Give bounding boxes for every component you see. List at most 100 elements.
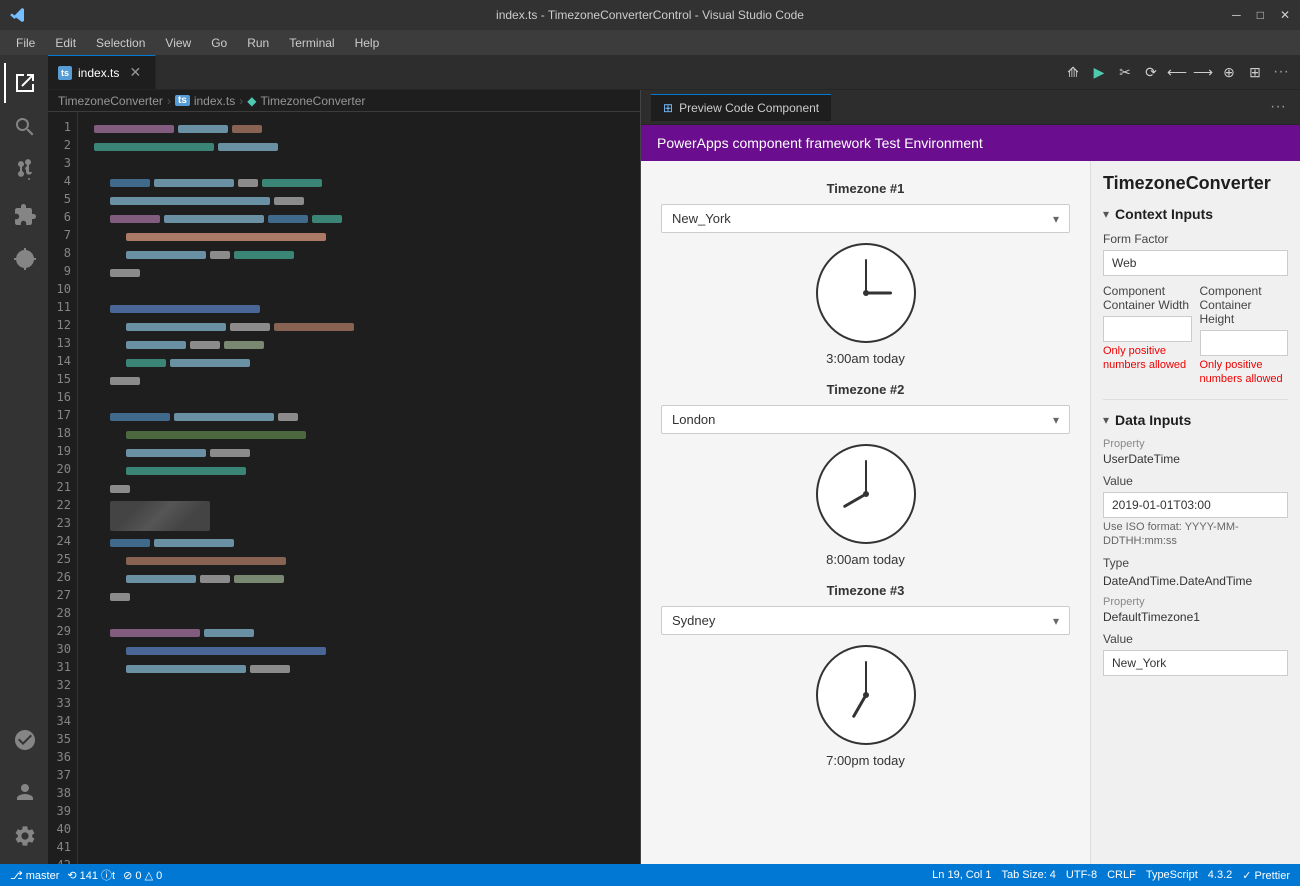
toolbar-btn-5[interactable]: ⟵ bbox=[1166, 61, 1188, 83]
context-inputs-header[interactable]: ▾ Context Inputs bbox=[1103, 206, 1288, 222]
property2-value: DefaultTimezone1 bbox=[1103, 610, 1288, 624]
toolbar-btn-8[interactable]: ⊞ bbox=[1244, 61, 1266, 83]
toolbar-btn-7[interactable]: ⊕ bbox=[1218, 61, 1240, 83]
tz3-minute-hand bbox=[865, 661, 867, 695]
menu-view[interactable]: View bbox=[157, 34, 199, 52]
breadcrumb-sep-1: › bbox=[167, 94, 171, 108]
toolbar-btn-3[interactable]: ✂ bbox=[1114, 61, 1136, 83]
main-layout: ts index.ts ✕ ⟰ ▶ ✂ ⟳ ⟵ ⟶ ⊕ ⊞ ··· bbox=[0, 55, 1300, 864]
menu-selection[interactable]: Selection bbox=[88, 34, 153, 52]
breadcrumb-part-2[interactable]: index.ts bbox=[194, 94, 235, 108]
close-button[interactable]: ✕ bbox=[1280, 8, 1290, 22]
activity-debug[interactable] bbox=[4, 239, 44, 279]
value2-label: Value bbox=[1103, 632, 1288, 646]
menu-run[interactable]: Run bbox=[239, 34, 277, 52]
activity-explorer[interactable] bbox=[4, 63, 44, 103]
tz1-hour-hand bbox=[866, 292, 892, 295]
menu-go[interactable]: Go bbox=[203, 34, 235, 52]
data-inputs-chevron: ▾ bbox=[1103, 413, 1109, 427]
value2-input[interactable] bbox=[1103, 650, 1288, 676]
maximize-button[interactable]: □ bbox=[1257, 8, 1264, 22]
run-button[interactable]: ▶ bbox=[1088, 61, 1110, 83]
preview-tab[interactable]: ⊞ Preview Code Component bbox=[651, 94, 831, 121]
more-actions-button[interactable]: ··· bbox=[1270, 61, 1292, 83]
statusbar-language[interactable]: TypeScript bbox=[1146, 869, 1198, 882]
tz2-dropdown-text: London bbox=[672, 412, 1053, 427]
tz1-clock-center bbox=[863, 290, 869, 296]
preview-header: PowerApps component framework Test Envir… bbox=[641, 125, 1300, 161]
tz3-clock-center bbox=[863, 692, 869, 698]
statusbar-errors[interactable]: ⊘ 0 △ 0 bbox=[123, 869, 162, 882]
menu-terminal[interactable]: Terminal bbox=[281, 34, 342, 52]
statusbar-cursor[interactable]: Ln 19, Col 1 bbox=[932, 869, 991, 882]
container-height-error: Only positive numbers allowed bbox=[1200, 358, 1289, 387]
preview-more-button[interactable]: ··· bbox=[1266, 96, 1290, 118]
menu-file[interactable]: File bbox=[8, 34, 43, 52]
activity-account[interactable] bbox=[4, 772, 44, 812]
editor-tab-close[interactable]: ✕ bbox=[125, 63, 145, 83]
activity-bar bbox=[0, 55, 48, 864]
statusbar-prettier[interactable]: ✓ Prettier bbox=[1242, 869, 1290, 882]
preview-tab-label: Preview Code Component bbox=[679, 101, 819, 115]
branch-icon: ⎇ bbox=[10, 870, 23, 882]
breadcrumb-sep-2: › bbox=[239, 94, 243, 108]
menu-edit[interactable]: Edit bbox=[47, 34, 84, 52]
breadcrumb-symbol-icon: ◆ bbox=[247, 94, 256, 108]
activity-source-control[interactable] bbox=[4, 151, 44, 191]
code-editor[interactable]: TimezoneConverter › ts index.ts › ◆ Time… bbox=[48, 90, 640, 864]
value1-label: Value bbox=[1103, 474, 1288, 488]
type1-value: DateAndTime.DateAndTime bbox=[1103, 574, 1288, 588]
tz3-label: Timezone #3 bbox=[661, 583, 1070, 598]
breadcrumb-ts-icon: ts bbox=[175, 95, 190, 106]
breadcrumb-part-3[interactable]: TimezoneConverter bbox=[260, 94, 365, 108]
tz2-time-text: 8:00am today bbox=[661, 552, 1070, 567]
breadcrumb-part-1[interactable]: TimezoneConverter bbox=[58, 94, 163, 108]
form-factor-input[interactable] bbox=[1103, 250, 1288, 276]
toolbar-btn-4[interactable]: ⟳ bbox=[1140, 61, 1162, 83]
toolbar-btn-6[interactable]: ⟶ bbox=[1192, 61, 1214, 83]
code-content-area[interactable]: 123 456 789 101112 131415 161718 192021 … bbox=[48, 112, 640, 864]
container-width-col: Component Container Width Only positive … bbox=[1103, 276, 1192, 387]
context-inputs-chevron: ▾ bbox=[1103, 207, 1109, 221]
activity-git[interactable] bbox=[4, 720, 44, 760]
tz3-dropdown[interactable]: Sydney ▾ bbox=[661, 606, 1070, 635]
toolbar-btn-1[interactable]: ⟰ bbox=[1062, 61, 1084, 83]
tz2-dropdown[interactable]: London ▾ bbox=[661, 405, 1070, 434]
statusbar-right: Ln 19, Col 1 Tab Size: 4 UTF-8 CRLF Type… bbox=[932, 869, 1290, 882]
data-inputs-content: Property UserDateTime Value Use ISO form… bbox=[1103, 438, 1288, 677]
value1-input[interactable] bbox=[1103, 492, 1288, 518]
statusbar-branch[interactable]: ⎇ master bbox=[10, 869, 59, 882]
editor-tab-label: index.ts bbox=[78, 66, 119, 80]
activity-settings[interactable] bbox=[4, 816, 44, 856]
container-width-input[interactable] bbox=[1103, 316, 1192, 342]
titlebar-left bbox=[10, 7, 26, 23]
editor-tab[interactable]: ts index.ts ✕ bbox=[48, 55, 156, 89]
activity-search[interactable] bbox=[4, 107, 44, 147]
breadcrumb: TimezoneConverter › ts index.ts › ◆ Time… bbox=[48, 90, 640, 112]
activity-extensions[interactable] bbox=[4, 195, 44, 235]
property1-value: UserDateTime bbox=[1103, 452, 1288, 466]
data-inputs-header[interactable]: ▾ Data Inputs bbox=[1103, 412, 1288, 428]
tz1-time-text: 3:00am today bbox=[661, 351, 1070, 366]
titlebar-controls: ─ □ ✕ bbox=[1232, 8, 1290, 22]
statusbar-lineending[interactable]: CRLF bbox=[1107, 869, 1136, 882]
menu-help[interactable]: Help bbox=[347, 34, 388, 52]
tz2-label: Timezone #2 bbox=[661, 382, 1070, 397]
statusbar-encoding[interactable]: UTF-8 bbox=[1066, 869, 1097, 882]
container-size-row: Component Container Width Only positive … bbox=[1103, 276, 1288, 387]
preview-header-text: PowerApps component framework Test Envir… bbox=[657, 135, 983, 151]
statusbar-sync[interactable]: ⟲ 141 ⓘt bbox=[67, 867, 115, 883]
statusbar-tabsize[interactable]: Tab Size: 4 bbox=[1002, 869, 1056, 882]
tab-bar: ts index.ts ✕ ⟰ ▶ ✂ ⟳ ⟵ ⟶ ⊕ ⊞ ··· bbox=[48, 55, 1300, 90]
tz1-dropdown[interactable]: New_York ▾ bbox=[661, 204, 1070, 233]
timezone-1-section: Timezone #1 New_York ▾ bbox=[661, 181, 1070, 366]
container-height-input[interactable] bbox=[1200, 330, 1289, 356]
type1-label: Type bbox=[1103, 556, 1288, 570]
minimize-button[interactable]: ─ bbox=[1232, 8, 1241, 22]
tz2-minute-hand bbox=[865, 460, 867, 494]
statusbar-version[interactable]: 4.3.2 bbox=[1208, 869, 1232, 882]
preview-tab-icon: ⊞ bbox=[663, 101, 673, 115]
tz3-clock bbox=[816, 645, 916, 745]
code-lines bbox=[78, 112, 640, 864]
statusbar: ⎇ master ⟲ 141 ⓘt ⊘ 0 △ 0 Ln 19, Col 1 T… bbox=[0, 864, 1300, 886]
